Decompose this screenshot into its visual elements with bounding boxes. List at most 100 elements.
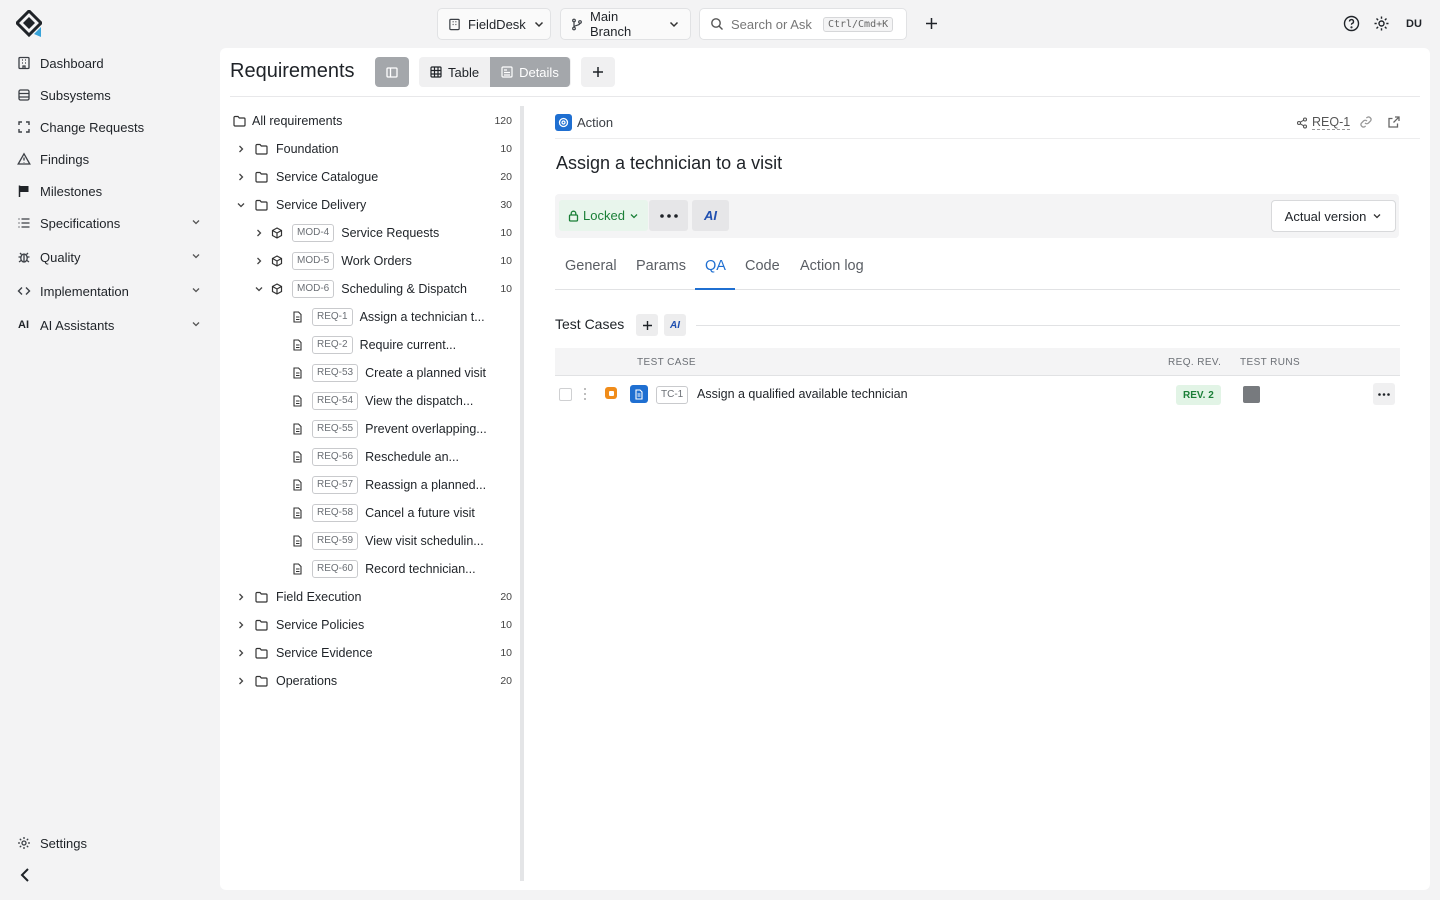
- tree-requirement[interactable]: REQ-1 Assign a technician t...: [230, 303, 520, 331]
- drag-handle-icon[interactable]: [582, 387, 588, 401]
- tree-requirement[interactable]: REQ-55 Prevent overlapping...: [230, 415, 520, 443]
- chevron-right-icon[interactable]: [234, 646, 248, 660]
- tree-folder[interactable]: Operations 20: [230, 667, 520, 695]
- item-id-link[interactable]: REQ-1: [1296, 115, 1351, 130]
- link-icon[interactable]: [1359, 115, 1373, 129]
- tree-requirement[interactable]: REQ-53 Create a planned visit: [230, 359, 520, 387]
- chevron-down-icon[interactable]: [252, 282, 266, 296]
- gear-icon[interactable]: [1373, 15, 1390, 32]
- sidebar-item-milestones[interactable]: Milestones: [16, 179, 206, 203]
- tab-general[interactable]: General: [565, 258, 617, 274]
- toggle-tree-button[interactable]: [375, 57, 409, 87]
- chevron-down-icon[interactable]: [234, 198, 248, 212]
- sidebar-item-findings[interactable]: Findings: [16, 147, 206, 171]
- sidebar-item-specifications[interactable]: Specifications: [16, 211, 206, 235]
- panel-resizer[interactable]: [520, 106, 524, 881]
- search-shortcut: Ctrl/Cmd+K: [822, 16, 894, 32]
- chevron-right-icon[interactable]: [252, 254, 266, 268]
- tree-label: Record technician...: [365, 562, 476, 576]
- chevron-right-icon[interactable]: [234, 674, 248, 688]
- tree-label: All requirements: [252, 114, 343, 128]
- tree-requirement[interactable]: REQ-58 Cancel a future visit: [230, 499, 520, 527]
- tree-folder[interactable]: Service Catalogue 20: [230, 163, 520, 191]
- chevron-right-icon[interactable]: [234, 170, 248, 184]
- document-icon: [290, 366, 304, 380]
- search-input[interactable]: Search or Ask Ctrl/Cmd+K: [699, 8, 907, 40]
- chevron-down-icon[interactable]: [190, 216, 202, 228]
- table-row[interactable]: TC-1 Assign a qualified available techni…: [555, 378, 1400, 410]
- add-button[interactable]: [581, 57, 615, 87]
- chevron-down-icon[interactable]: [190, 250, 202, 262]
- tab-params[interactable]: Params: [636, 258, 686, 274]
- chevron-right-icon[interactable]: [234, 142, 248, 156]
- lock-status-label: Locked: [583, 208, 625, 223]
- tree-folder[interactable]: Field Execution 20: [230, 583, 520, 611]
- folder-icon: [254, 170, 268, 184]
- ai-generate-tests-button[interactable]: AI: [664, 314, 686, 336]
- collapse-sidebar-icon[interactable]: [18, 867, 32, 883]
- tree-requirement[interactable]: REQ-57 Reassign a planned...: [230, 471, 520, 499]
- code-icon: [16, 284, 31, 299]
- tree-requirement[interactable]: REQ-60 Record technician...: [230, 555, 520, 583]
- tree-folder[interactable]: Foundation 10: [230, 135, 520, 163]
- help-icon[interactable]: [1343, 15, 1360, 32]
- tree-module[interactable]: MOD-4 Service Requests 10: [230, 219, 520, 247]
- action-icon: [555, 114, 572, 131]
- tree-label: Service Evidence: [276, 646, 373, 660]
- details-view-button[interactable]: Details: [490, 57, 570, 87]
- avatar[interactable]: DU: [1402, 14, 1426, 34]
- version-selector[interactable]: Actual version: [1271, 200, 1396, 232]
- add-test-case-button[interactable]: [636, 314, 658, 336]
- sidebar-item-dashboard[interactable]: Dashboard: [16, 51, 206, 75]
- tree-requirement[interactable]: REQ-59 View visit schedulin...: [230, 527, 520, 555]
- row-menu-button[interactable]: [1373, 383, 1395, 405]
- sidebar-item-label: Findings: [40, 151, 90, 167]
- sidebar-item-label: Subsystems: [40, 87, 111, 103]
- ai-icon: AI: [18, 319, 29, 331]
- more-actions-button[interactable]: [649, 200, 688, 231]
- tab-code[interactable]: Code: [745, 258, 780, 274]
- tab-qa[interactable]: QA: [705, 258, 726, 274]
- tree-requirement[interactable]: REQ-54 View the dispatch...: [230, 387, 520, 415]
- ai-button[interactable]: AI: [692, 200, 729, 231]
- tree-folder[interactable]: Service Policies 10: [230, 611, 520, 639]
- table-view-button[interactable]: Table: [419, 57, 490, 87]
- add-icon[interactable]: [924, 16, 939, 31]
- tree-requirement[interactable]: REQ-56 Reschedule an...: [230, 443, 520, 471]
- test-run-status[interactable]: [1243, 386, 1260, 403]
- chevron-down-icon: [629, 211, 639, 221]
- column-header-req-rev: REQ. REV.: [1168, 357, 1222, 368]
- chevron-right-icon[interactable]: [234, 618, 248, 632]
- workspace-selector[interactable]: FieldDesk: [437, 8, 551, 40]
- sidebar-item-label: AI Assistants: [40, 317, 115, 333]
- requirement-tag: REQ-57: [312, 476, 359, 494]
- lock-status-button[interactable]: Locked: [559, 200, 648, 231]
- chevron-right-icon[interactable]: [252, 226, 266, 240]
- tab-action-log[interactable]: Action log: [800, 258, 864, 274]
- tree-root[interactable]: All requirements 120: [230, 107, 520, 135]
- tree-module[interactable]: MOD-5 Work Orders 10: [230, 247, 520, 275]
- sidebar-item-label: Milestones: [40, 183, 103, 199]
- workspace-name: FieldDesk: [468, 16, 526, 32]
- sidebar-item-settings[interactable]: Settings: [16, 831, 206, 855]
- sidebar-item-label: Change Requests: [40, 119, 145, 135]
- app-logo[interactable]: [16, 10, 42, 38]
- open-external-icon[interactable]: [1387, 115, 1401, 129]
- sidebar-item-change-requests[interactable]: Change Requests: [16, 115, 206, 139]
- sidebar-item-ai-assistants[interactable]: AI AI Assistants: [16, 313, 206, 337]
- chevron-down-icon[interactable]: [190, 318, 202, 330]
- row-checkbox[interactable]: [559, 388, 572, 401]
- tree-requirement[interactable]: REQ-2 Require current...: [230, 331, 520, 359]
- chevron-right-icon[interactable]: [234, 590, 248, 604]
- tree-folder[interactable]: Service Delivery 30: [230, 191, 520, 219]
- chevron-down-icon[interactable]: [190, 284, 202, 296]
- tree-folder[interactable]: Service Evidence 10: [230, 639, 520, 667]
- module-tag: MOD-5: [292, 252, 335, 270]
- tree-module[interactable]: MOD-6 Scheduling & Dispatch 10: [230, 275, 520, 303]
- sidebar-item-subsystems[interactable]: Subsystems: [16, 83, 206, 107]
- tree-count: 10: [500, 227, 512, 239]
- branch-selector[interactable]: Main Branch: [560, 8, 691, 40]
- test-case-name[interactable]: Assign a qualified available technician: [697, 387, 908, 401]
- sidebar-item-implementation[interactable]: Implementation: [16, 279, 206, 303]
- sidebar-item-quality[interactable]: Quality: [16, 245, 206, 269]
